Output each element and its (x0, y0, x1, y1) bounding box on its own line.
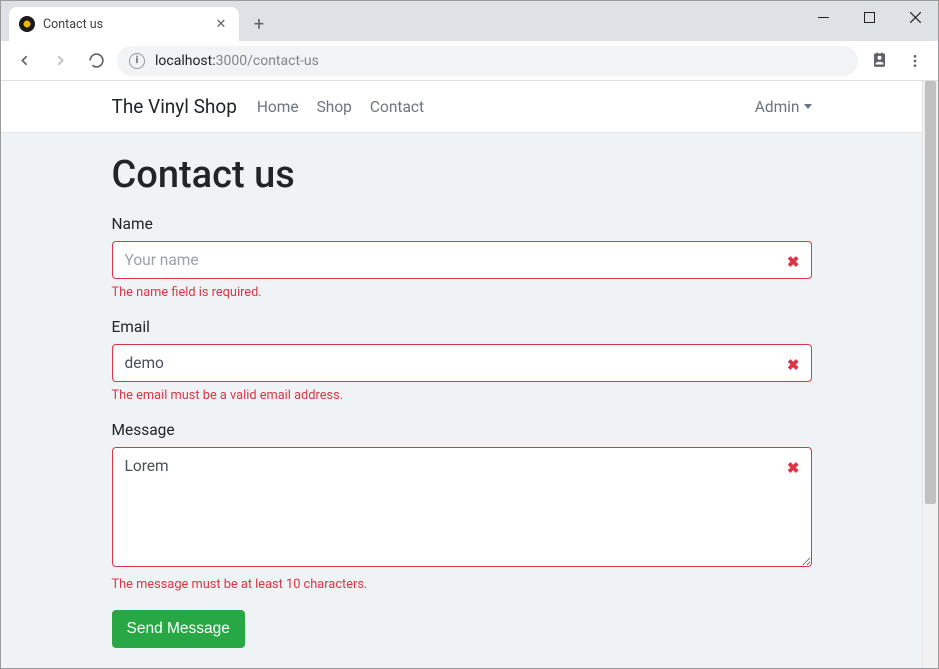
chevron-down-icon (804, 104, 812, 109)
content: Contact us Name ✖ The name field is requ… (112, 133, 812, 668)
kebab-menu-icon[interactable] (900, 46, 930, 76)
reload-button[interactable] (81, 46, 111, 76)
form-group-name: Name ✖ The name field is required. (112, 215, 812, 300)
close-window-button[interactable] (892, 1, 938, 33)
label-name: Name (112, 215, 812, 233)
site-navbar: The Vinyl Shop Home Shop Contact Admin (1, 81, 922, 133)
error-name: The name field is required. (112, 285, 812, 300)
email-input[interactable] (112, 344, 812, 382)
maximize-button[interactable] (846, 1, 892, 33)
favicon-icon (19, 16, 35, 32)
vertical-scrollbar[interactable] (922, 81, 938, 668)
nav-link-contact[interactable]: Contact (370, 98, 424, 116)
browser-toolbar: i localhost:3000/contact-us (1, 41, 938, 81)
form-group-message: Message ✖ The message must be at least 1… (112, 421, 812, 592)
window-controls (800, 1, 938, 33)
url-text: localhost:3000/contact-us (155, 53, 319, 69)
browser-tab[interactable]: Contact us ✕ (9, 7, 239, 41)
back-button[interactable] (9, 46, 39, 76)
page: The Vinyl Shop Home Shop Contact Admin C… (1, 81, 922, 668)
name-input[interactable] (112, 241, 812, 279)
label-email: Email (112, 318, 812, 336)
forward-button[interactable] (45, 46, 75, 76)
browser-titlebar: Contact us ✕ + (1, 1, 938, 41)
error-message: The message must be at least 10 characte… (112, 577, 812, 592)
message-textarea[interactable] (112, 447, 812, 567)
nav-link-home[interactable]: Home (257, 98, 299, 116)
brand[interactable]: The Vinyl Shop (112, 95, 237, 118)
tab-title: Contact us (43, 17, 213, 32)
site-info-icon[interactable]: i (129, 53, 145, 69)
tab-strip: Contact us ✕ + (1, 1, 273, 41)
admin-dropdown[interactable]: Admin (755, 98, 812, 116)
close-tab-icon[interactable]: ✕ (213, 16, 229, 32)
address-bar[interactable]: i localhost:3000/contact-us (117, 46, 858, 76)
nav-link-shop[interactable]: Shop (317, 98, 352, 116)
send-message-button[interactable]: Send Message (112, 610, 245, 648)
admin-label: Admin (755, 98, 800, 116)
scrollbar-thumb[interactable] (925, 81, 936, 504)
minimize-button[interactable] (800, 1, 846, 33)
new-tab-button[interactable]: + (245, 10, 273, 38)
account-icon[interactable] (864, 46, 894, 76)
browser-window: Contact us ✕ + i (0, 0, 939, 669)
label-message: Message (112, 421, 812, 439)
page-title: Contact us (112, 153, 812, 197)
form-group-email: Email ✖ The email must be a valid email … (112, 318, 812, 403)
error-email: The email must be a valid email address. (112, 388, 812, 403)
viewport: The Vinyl Shop Home Shop Contact Admin C… (1, 81, 938, 668)
